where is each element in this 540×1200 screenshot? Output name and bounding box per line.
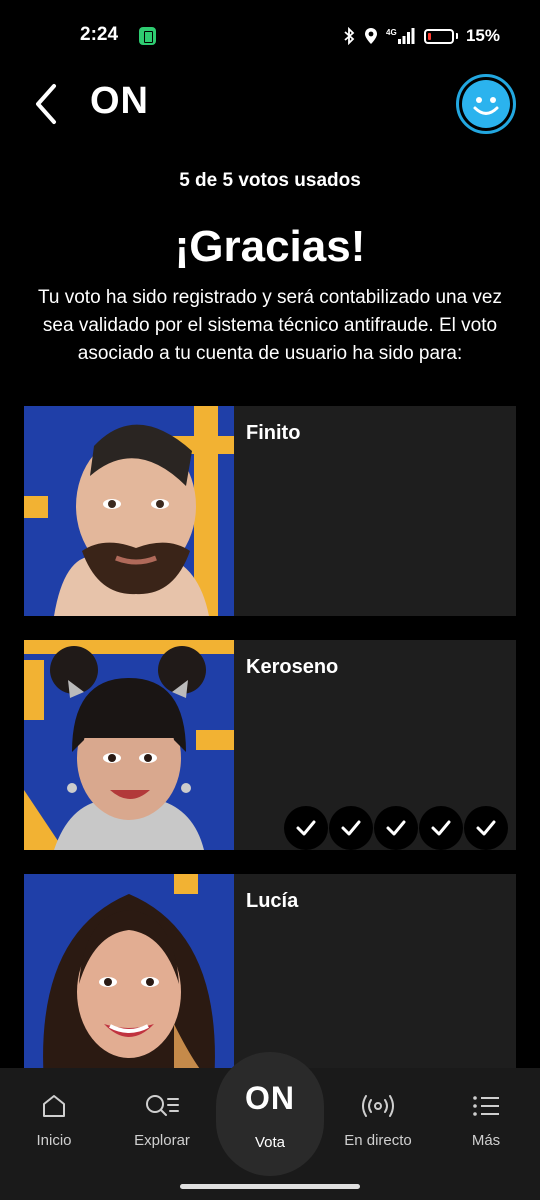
nav-item-mas[interactable]: Más <box>436 1068 536 1168</box>
broadcast-icon <box>362 1095 394 1117</box>
vote-checks <box>284 806 508 850</box>
smiley-icon <box>462 80 510 128</box>
candidate-photo <box>24 874 234 1084</box>
nav-label: Más <box>471 1132 501 1149</box>
check-icon <box>464 806 508 850</box>
battery-indicator <box>423 28 458 44</box>
search-list-icon <box>146 1095 179 1116</box>
status-time: 2:24 <box>80 24 119 45</box>
home-icon <box>43 1095 65 1117</box>
battery-icon <box>423 28 454 44</box>
nav-item-en-directo[interactable]: En directo <box>328 1068 428 1168</box>
candidate-photo <box>24 640 234 850</box>
candidate-photo <box>24 406 234 616</box>
location-icon <box>364 27 378 45</box>
nav-item-vota[interactable]: ON Vota <box>216 1052 324 1176</box>
votes-used-counter: 5 de 5 votos usados <box>179 170 361 191</box>
candidate-name: Finito <box>246 422 301 444</box>
candidate-name: Lucía <box>246 890 299 912</box>
signal-icon: 4G <box>386 27 416 45</box>
on-logo: ON <box>245 1080 295 1116</box>
thanks-heading: ¡Gracias! <box>174 222 366 271</box>
chevron-left-icon <box>36 84 56 124</box>
check-icon <box>284 806 328 850</box>
nav-label: Vota <box>254 1134 286 1151</box>
battery-percent: 15% <box>465 26 500 45</box>
status-bar: 2:24 4G 15% <box>0 0 540 72</box>
nav-label: Inicio <box>36 1132 72 1149</box>
bluetooth-icon <box>342 27 356 45</box>
check-icon <box>374 806 418 850</box>
nav-item-explorar[interactable]: Explorar <box>112 1068 212 1168</box>
check-icon <box>329 806 373 850</box>
profile-button[interactable] <box>456 74 516 134</box>
check-icon <box>419 806 463 850</box>
candidate-name: Keroseno <box>246 656 339 678</box>
home-indicator[interactable] <box>180 1184 360 1189</box>
thanks-message: Tu voto ha sido registrado y será contab… <box>37 287 502 364</box>
back-button[interactable] <box>28 78 64 130</box>
nav-label: Explorar <box>134 1132 190 1149</box>
notification-app-icon <box>139 27 156 45</box>
app-header: ON <box>0 72 540 134</box>
nav-label: En directo <box>344 1132 412 1149</box>
app-title: ON <box>90 80 149 122</box>
candidate-card-keroseno[interactable]: Keroseno <box>24 640 516 850</box>
menu-icon <box>473 1096 499 1116</box>
status-icons: 4G 15% <box>342 22 500 50</box>
candidate-card-finito[interactable]: Finito <box>24 406 516 616</box>
svg-text:4G: 4G <box>386 28 397 37</box>
nav-item-inicio[interactable]: Inicio <box>4 1068 104 1168</box>
